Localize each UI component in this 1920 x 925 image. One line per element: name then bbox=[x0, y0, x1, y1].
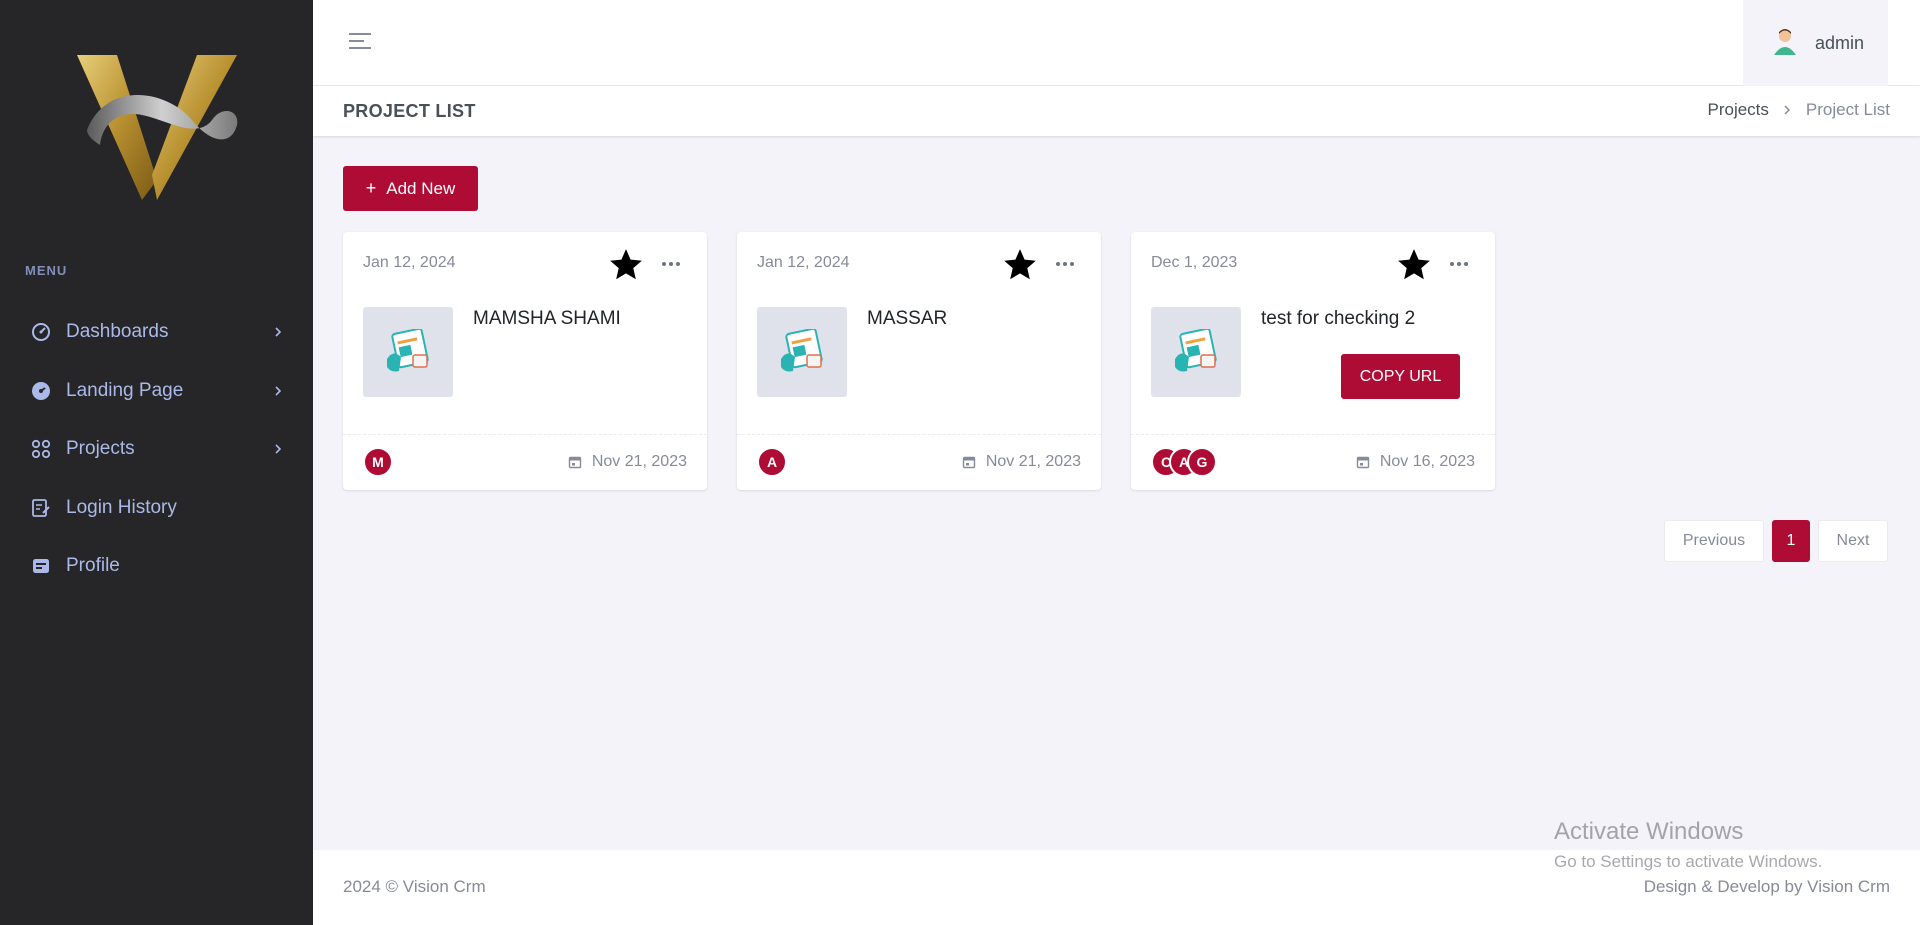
project-date: Dec 1, 2023 bbox=[1151, 254, 1238, 271]
project-thumbnail bbox=[757, 307, 847, 397]
calendar-icon bbox=[1356, 455, 1370, 469]
page-title: PROJECT LIST bbox=[343, 101, 476, 121]
page-1-button[interactable]: 1 bbox=[1772, 520, 1810, 562]
username: admin bbox=[1815, 32, 1865, 53]
star-icon[interactable] bbox=[1395, 246, 1433, 284]
user-dropdown[interactable]: admin bbox=[1743, 0, 1888, 86]
project-name-link[interactable]: test for checking 2 bbox=[1261, 308, 1415, 330]
card-footer: C A G Nov 16, 2023 bbox=[1131, 434, 1495, 490]
topbar: admin bbox=[313, 0, 1920, 86]
project-name-link[interactable]: MAMSHA SHAMI bbox=[473, 308, 621, 330]
dashboard-gauge-icon bbox=[30, 321, 52, 343]
sidebar-nav: Dashboards Landing Page Projects Login H… bbox=[0, 303, 313, 596]
project-due-date: Nov 21, 2023 bbox=[962, 453, 1081, 471]
calendar-icon bbox=[962, 455, 976, 469]
windows-activation-watermark: Activate Windows Go to Settings to activ… bbox=[1554, 818, 1822, 872]
member-avatars: M bbox=[363, 447, 393, 477]
breadcrumb-projects-link[interactable]: Projects bbox=[1707, 100, 1768, 120]
star-icon[interactable] bbox=[1001, 246, 1039, 284]
project-due-date: Nov 16, 2023 bbox=[1356, 453, 1475, 471]
brand-logo[interactable] bbox=[72, 50, 242, 210]
copy-url-button[interactable]: COPY URL bbox=[1341, 354, 1460, 399]
sidebar-item-login-history[interactable]: Login History bbox=[0, 479, 313, 538]
apps-grid-icon bbox=[30, 438, 52, 460]
more-options-icon[interactable] bbox=[659, 252, 683, 276]
member-avatar[interactable]: M bbox=[363, 447, 393, 477]
watermark-subtitle: Go to Settings to activate Windows. bbox=[1554, 852, 1823, 871]
add-new-label: Add New bbox=[386, 178, 456, 198]
watermark-title: Activate Windows bbox=[1554, 818, 1744, 845]
sidebar-item-label: Projects bbox=[66, 438, 135, 460]
project-date: Jan 12, 2024 bbox=[757, 254, 850, 271]
sidebar-item-projects[interactable]: Projects bbox=[0, 420, 313, 479]
pagination: Previous 1 Next bbox=[1664, 520, 1888, 562]
sidebar-item-label: Profile bbox=[66, 555, 120, 577]
speedometer-icon bbox=[30, 380, 52, 402]
avatar bbox=[1769, 25, 1801, 62]
chevron-right-icon bbox=[271, 325, 285, 339]
member-avatar[interactable]: G bbox=[1187, 447, 1217, 477]
add-new-button[interactable]: + Add New bbox=[343, 166, 478, 211]
project-thumbnail bbox=[363, 307, 453, 397]
card-footer: A Nov 21, 2023 bbox=[737, 434, 1101, 490]
star-icon[interactable] bbox=[607, 246, 645, 284]
project-thumbnail bbox=[1151, 307, 1241, 397]
member-avatar[interactable]: A bbox=[757, 447, 787, 477]
breadcrumb: Projects Project List bbox=[1707, 100, 1890, 120]
footer-copyright: 2024 © Vision Crm bbox=[343, 877, 486, 896]
chevron-right-icon bbox=[1783, 105, 1792, 115]
chevron-right-icon bbox=[271, 442, 285, 456]
more-options-icon[interactable] bbox=[1447, 252, 1471, 276]
due-date-text: Nov 21, 2023 bbox=[591, 453, 687, 470]
project-card: Dec 1, 2023 test for checking 2 COPY URL… bbox=[1131, 232, 1495, 490]
plus-icon: + bbox=[365, 178, 377, 198]
hamburger-menu-icon[interactable] bbox=[347, 30, 375, 52]
sidebar-item-landing-page[interactable]: Landing Page bbox=[0, 362, 313, 421]
next-page-button[interactable]: Next bbox=[1818, 520, 1888, 562]
calendar-icon bbox=[568, 455, 582, 469]
project-card: Jan 12, 2024 MASSAR A Nov 21, 2023 bbox=[737, 232, 1101, 490]
sidebar-item-label: Login History bbox=[66, 496, 177, 518]
footer-credit: Design & Develop by Vision Crm bbox=[1643, 877, 1890, 896]
sidebar-item-label: Landing Page bbox=[66, 379, 184, 401]
edit-log-icon bbox=[30, 497, 52, 519]
page-title-bar: PROJECT LIST Projects Project List bbox=[313, 86, 1920, 136]
member-avatars: C A G bbox=[1151, 447, 1217, 477]
due-date-text: Nov 16, 2023 bbox=[1379, 453, 1475, 470]
project-date: Jan 12, 2024 bbox=[363, 254, 456, 271]
sidebar-item-profile[interactable]: Profile bbox=[0, 537, 313, 596]
sidebar: MENU Dashboards Landing Page Projects Lo… bbox=[0, 0, 313, 925]
breadcrumb-current: Project List bbox=[1805, 100, 1890, 119]
project-name-link[interactable]: MASSAR bbox=[867, 308, 947, 330]
chevron-right-icon bbox=[271, 384, 285, 398]
sidebar-item-dashboards[interactable]: Dashboards bbox=[0, 303, 313, 362]
member-avatars: A bbox=[757, 447, 787, 477]
project-due-date: Nov 21, 2023 bbox=[568, 453, 687, 471]
menu-title: MENU bbox=[25, 263, 68, 278]
card-footer: M Nov 21, 2023 bbox=[343, 434, 707, 490]
profile-card-icon bbox=[30, 555, 52, 577]
previous-page-button[interactable]: Previous bbox=[1664, 520, 1764, 562]
project-card: Jan 12, 2024 MAMSHA SHAMI M Nov 21, 2023 bbox=[343, 232, 707, 490]
due-date-text: Nov 21, 2023 bbox=[985, 453, 1081, 470]
more-options-icon[interactable] bbox=[1053, 252, 1077, 276]
sidebar-item-label: Dashboards bbox=[66, 321, 169, 343]
